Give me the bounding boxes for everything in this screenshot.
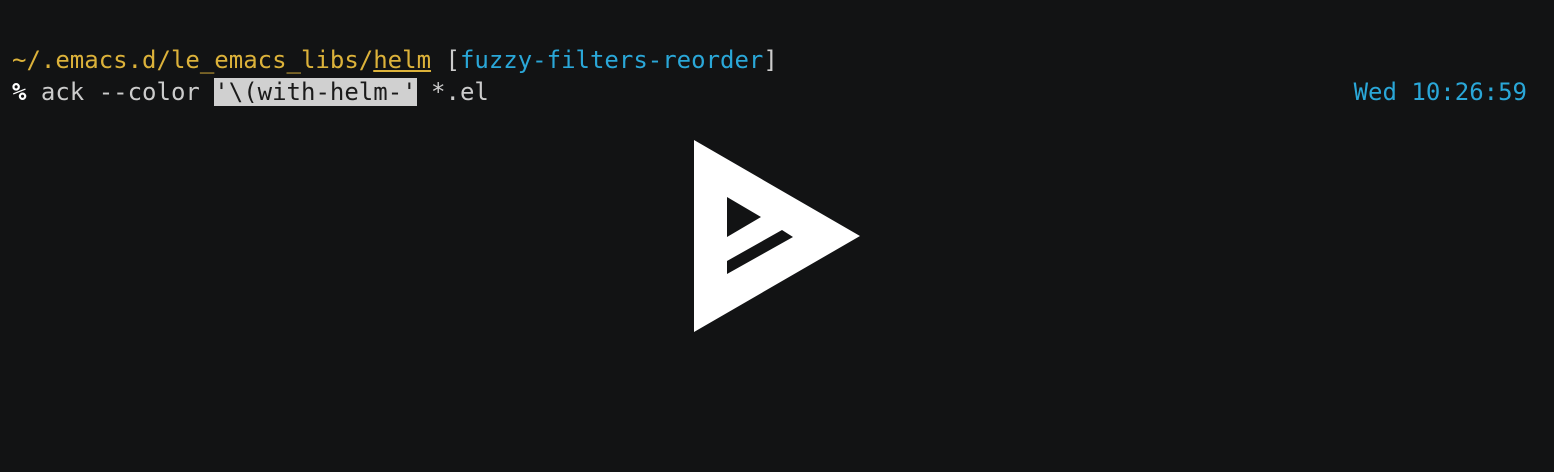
branch-bracket-close: ] [763, 46, 778, 74]
asciinema-play-icon[interactable] [694, 140, 860, 332]
git-branch-name: fuzzy-filters-reorder [459, 46, 764, 74]
clock-display: Wed 10:26:59 [1353, 78, 1527, 106]
asciinema-play-button[interactable] [694, 140, 860, 332]
branch-bracket-open: [ [431, 46, 460, 74]
prompt-path-line: ~/.emacs.d/le_emacs_libs/helm [fuzzy-fil… [12, 44, 778, 76]
command-line: % ack --color '\(with-helm-' *.el [12, 76, 489, 108]
command-args: *.el [416, 78, 489, 106]
path-current-dir: helm [373, 46, 432, 74]
selected-text: '\(with-helm-' [214, 78, 417, 106]
prompt-symbol: % [12, 78, 27, 106]
terminal-window[interactable]: ~/.emacs.d/le_emacs_libs/helm [fuzzy-fil… [0, 0, 1554, 472]
command-text: ack --color [26, 78, 215, 106]
path-prefix: ~/.emacs.d/le_emacs_libs/ [12, 46, 374, 74]
